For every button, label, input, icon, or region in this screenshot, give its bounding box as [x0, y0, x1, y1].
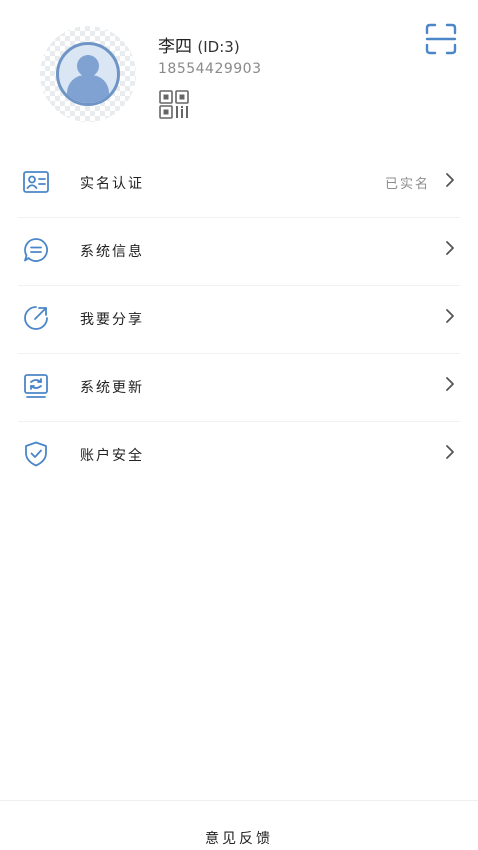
scan-icon[interactable]	[424, 22, 458, 56]
menu-item-system-update[interactable]: 系统更新	[18, 354, 460, 422]
feedback-button[interactable]: 意见反馈	[0, 828, 478, 848]
update-icon	[24, 374, 48, 398]
message-icon	[24, 238, 48, 262]
footer-divider	[0, 800, 478, 801]
menu-item-system-info[interactable]: 系统信息	[18, 218, 460, 286]
id-card-icon	[23, 171, 49, 193]
chevron-right-icon	[446, 173, 454, 187]
user-name-text: 李四	[158, 37, 192, 57]
chevron-right-icon	[446, 309, 454, 323]
chevron-right-icon	[446, 445, 454, 459]
menu-item-real-name[interactable]: 实名认证 已实名	[18, 150, 460, 218]
menu-item-label: 我要分享	[80, 312, 144, 328]
chevron-right-icon	[446, 377, 454, 391]
menu-list: 实名认证 已实名 系统信息 我要分享 系统更新 账户安全	[0, 150, 478, 489]
avatar-container[interactable]	[40, 26, 136, 122]
qr-code-icon[interactable]	[159, 90, 191, 120]
user-phone: 18554429903	[158, 61, 262, 77]
menu-item-label: 实名认证	[80, 176, 144, 192]
menu-item-label: 账户安全	[80, 448, 144, 464]
menu-item-label: 系统信息	[80, 244, 144, 260]
avatar	[56, 42, 120, 106]
user-id: (ID:3)	[197, 38, 240, 56]
menu-item-share[interactable]: 我要分享	[18, 286, 460, 354]
share-icon	[24, 306, 48, 330]
menu-item-label: 系统更新	[80, 380, 144, 396]
shield-icon	[25, 441, 47, 467]
real-name-status: 已实名	[384, 177, 430, 192]
chevron-right-icon	[446, 241, 454, 255]
user-name: 李四 (ID:3)	[158, 32, 240, 57]
menu-item-account-security[interactable]: 账户安全	[18, 422, 460, 489]
